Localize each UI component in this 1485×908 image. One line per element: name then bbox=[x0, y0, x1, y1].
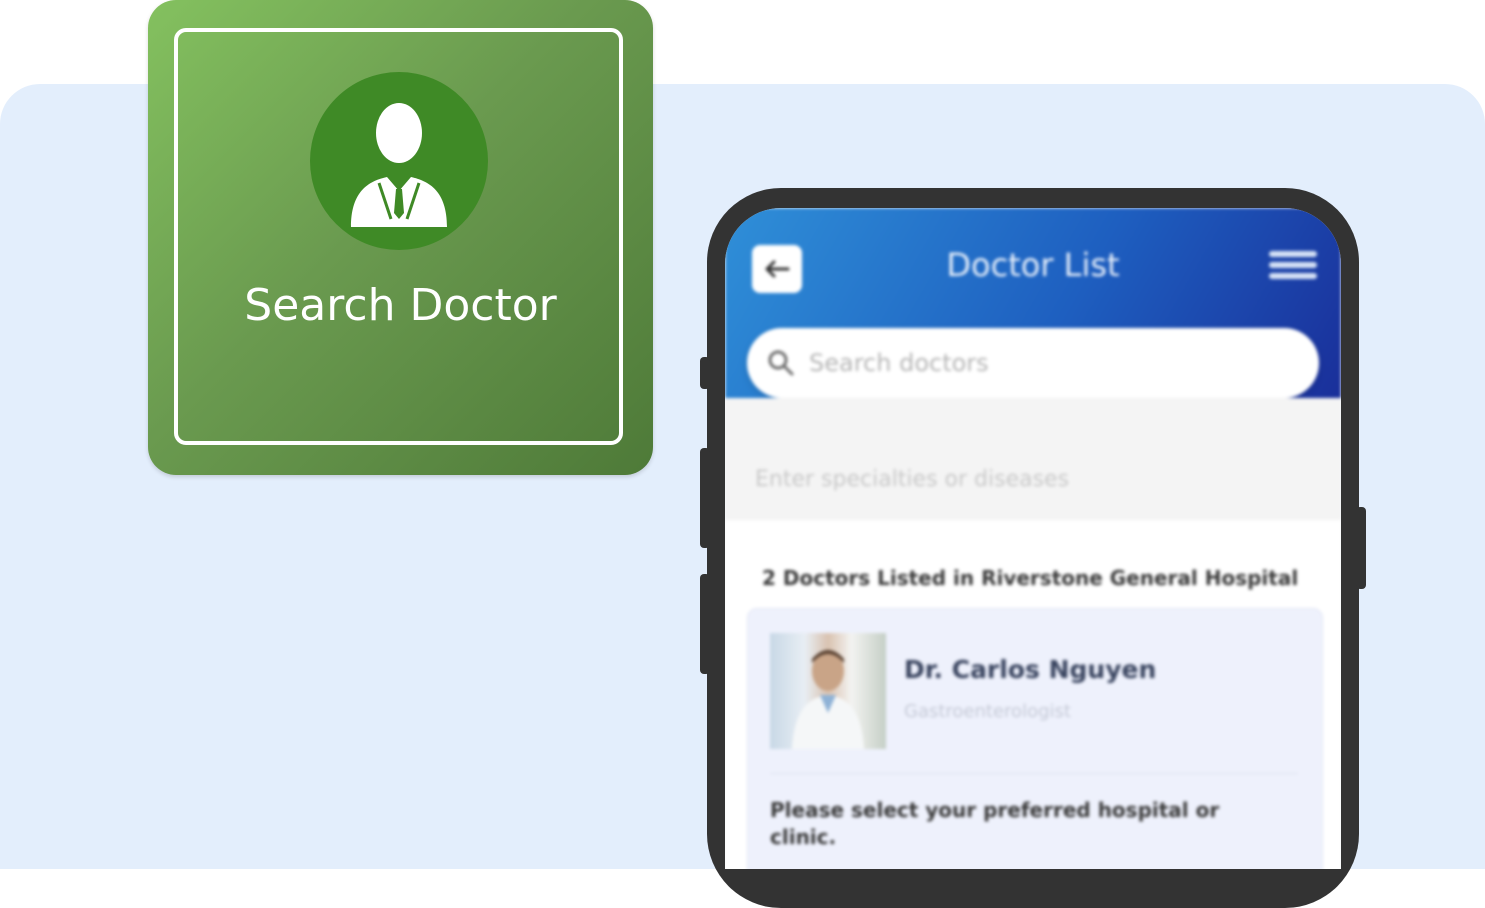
hamburger-menu-icon[interactable] bbox=[1269, 251, 1317, 287]
search-doctor-tile[interactable]: Search Doctor bbox=[148, 0, 653, 475]
phone-side-button bbox=[700, 448, 710, 548]
phone-side-button bbox=[700, 357, 710, 389]
results-section: 2 Doctors Listed in Riverstone General H… bbox=[725, 520, 1341, 869]
divider bbox=[770, 773, 1298, 774]
app-header: Doctor List bbox=[725, 208, 1341, 398]
search-bar[interactable] bbox=[747, 328, 1319, 398]
phone-side-button bbox=[700, 574, 710, 674]
doctor-name: Dr. Carlos Nguyen bbox=[904, 655, 1157, 684]
phone-side-button bbox=[1356, 507, 1366, 589]
results-count: 2 Doctors Listed in Riverstone General H… bbox=[762, 566, 1299, 590]
doctor-card[interactable]: Dr. Carlos Nguyen Gastroenterologist Ple… bbox=[747, 608, 1323, 869]
specialty-filter bbox=[725, 398, 1341, 520]
search-icon bbox=[768, 350, 794, 376]
search-input[interactable] bbox=[807, 342, 1291, 384]
specialty-input[interactable] bbox=[753, 460, 1317, 498]
page-title: Doctor List bbox=[946, 246, 1120, 284]
doctor-specialty: Gastroenterologist bbox=[904, 701, 1071, 722]
doctor-avatar bbox=[770, 633, 886, 749]
hospital-prompt: Please select your preferred hospital or… bbox=[770, 798, 1220, 849]
phone-screen: Doctor List 2 Doctors Listed in Riversto… bbox=[725, 208, 1341, 869]
tile-label: Search Doctor bbox=[244, 280, 557, 331]
doctor-icon bbox=[310, 72, 488, 250]
